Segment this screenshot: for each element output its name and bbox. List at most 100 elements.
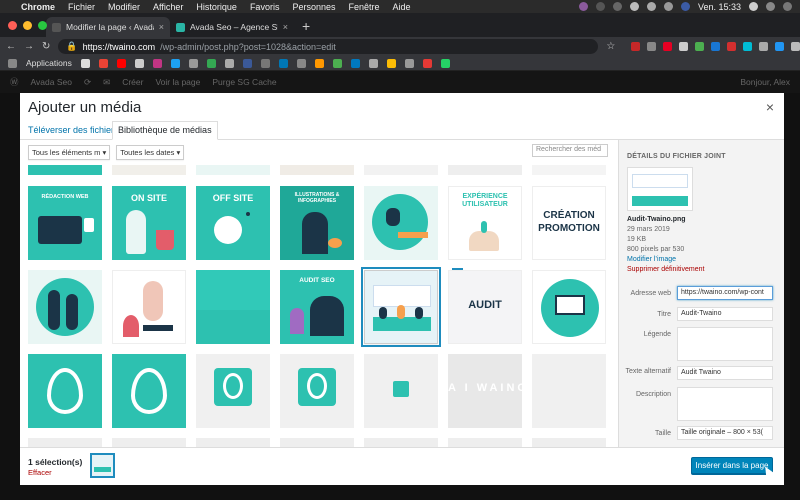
caption-field[interactable]: [677, 327, 773, 361]
browser-tab-edit-page[interactable]: Modifier la page ‹ Avada Seo – ×: [46, 17, 170, 37]
media-tile[interactable]: [532, 165, 606, 175]
media-tile-redaction-web[interactable]: RÉDACTION WEB: [28, 186, 102, 260]
media-tile-experience[interactable]: EXPÉRIENCE UTILISATEUR: [448, 186, 522, 260]
bookmark-icon[interactable]: [188, 58, 198, 68]
media-tile[interactable]: [196, 438, 270, 447]
media-tile-audit-seo[interactable]: AUDIT SEO: [280, 270, 354, 344]
menu-list-icon[interactable]: [783, 2, 792, 11]
extension-icon[interactable]: [759, 42, 769, 51]
cloud-icon[interactable]: [629, 2, 639, 11]
media-tile-monitor[interactable]: [532, 270, 606, 344]
media-tile-teal[interactable]: [196, 270, 270, 344]
media-tile[interactable]: [448, 438, 522, 447]
media-tile-off-site[interactable]: OFF SITE: [196, 186, 270, 260]
extension-icon[interactable]: [647, 42, 657, 51]
trello-icon[interactable]: [350, 58, 360, 68]
menu-favoris[interactable]: Favoris: [250, 2, 280, 12]
menu-aide[interactable]: Aide: [393, 2, 411, 12]
maximize-window-icon[interactable]: [38, 21, 47, 30]
bookmark-icon[interactable]: [224, 58, 234, 68]
minimize-window-icon[interactable]: [23, 21, 32, 30]
close-tab-icon[interactable]: ×: [159, 22, 164, 32]
wp-purge-cache[interactable]: Purge SG Cache: [212, 77, 276, 87]
bookmark-icon[interactable]: [368, 58, 378, 68]
twitter-icon[interactable]: [170, 58, 180, 68]
search-icon[interactable]: [749, 2, 758, 11]
whatsapp-icon[interactable]: [440, 58, 450, 68]
url-field[interactable]: https://twaino.com/wp-cont: [677, 286, 773, 300]
bookmark-icon[interactable]: [206, 58, 216, 68]
media-tile[interactable]: [280, 165, 354, 175]
bookmark-icon[interactable]: [260, 58, 270, 68]
media-tile-logo[interactable]: [280, 354, 354, 428]
bookmark-icon[interactable]: [80, 58, 90, 68]
app-status-icon[interactable]: [595, 2, 605, 11]
tab-upload[interactable]: Téléverser des fichiers: [23, 122, 124, 138]
pinterest-icon[interactable]: [663, 42, 673, 51]
back-icon[interactable]: ←: [6, 41, 16, 52]
flag-icon[interactable]: [680, 2, 690, 11]
description-field[interactable]: [677, 387, 773, 421]
media-tile-blank[interactable]: [532, 354, 606, 428]
updates-icon[interactable]: ⟳: [84, 77, 91, 88]
media-tile[interactable]: [112, 165, 186, 175]
clear-selection-link[interactable]: Effacer: [28, 468, 52, 477]
app-status-icon[interactable]: [578, 2, 588, 11]
media-tile[interactable]: [532, 438, 606, 447]
media-tile-logo[interactable]: [196, 354, 270, 428]
selected-thumbnail[interactable]: [90, 453, 115, 478]
media-tile-woman-laptop[interactable]: [112, 270, 186, 344]
media-tile[interactable]: [196, 165, 270, 175]
vpn-icon[interactable]: [612, 2, 622, 11]
bookmark-icon[interactable]: [422, 58, 432, 68]
apps-grid-icon[interactable]: [8, 58, 17, 68]
analytics-icon[interactable]: [386, 58, 396, 68]
close-icon[interactable]: ×: [766, 99, 774, 115]
user-icon[interactable]: [766, 2, 775, 11]
media-tile-logo[interactable]: [28, 354, 102, 428]
size-select[interactable]: Taille originale – 800 × 53(: [677, 426, 773, 440]
bookmark-icon[interactable]: [134, 58, 144, 68]
extension-icon[interactable]: [695, 42, 705, 51]
menu-historique[interactable]: Historique: [196, 2, 237, 12]
address-bar[interactable]: 🔒 https://twaino.com/wp-admin/post.php?p…: [58, 39, 599, 54]
media-tile[interactable]: [364, 438, 438, 447]
bookmark-icon[interactable]: [404, 58, 414, 68]
facebook-icon[interactable]: [242, 58, 252, 68]
close-tab-icon[interactable]: ×: [283, 22, 288, 32]
media-tile-logo[interactable]: [364, 354, 438, 428]
bookmark-icon[interactable]: [296, 58, 306, 68]
media-tile[interactable]: [364, 165, 438, 175]
forward-icon[interactable]: →: [24, 41, 34, 52]
wp-site-name[interactable]: Avada Seo: [31, 77, 72, 87]
media-tile[interactable]: [28, 438, 102, 447]
media-tile[interactable]: [448, 165, 522, 175]
extension-icon[interactable]: [743, 42, 753, 51]
bookmark-icon[interactable]: [332, 58, 342, 68]
media-tile-wordmark[interactable]: A I WAINO: [448, 354, 522, 428]
media-tile[interactable]: [112, 438, 186, 447]
youtube-icon[interactable]: [116, 58, 126, 68]
menu-fichier[interactable]: Fichier: [68, 2, 95, 12]
clock[interactable]: Ven. 15:33: [698, 2, 741, 12]
wp-new-button[interactable]: Créer: [122, 77, 143, 87]
linkedin-icon[interactable]: [278, 58, 288, 68]
reload-icon[interactable]: ↻: [42, 41, 50, 52]
more-icon[interactable]: [791, 42, 800, 51]
extension-icon[interactable]: [631, 42, 641, 51]
media-tile[interactable]: [28, 165, 102, 175]
menu-fenetre[interactable]: Fenêtre: [348, 2, 379, 12]
media-tile-desk[interactable]: [364, 186, 438, 260]
wp-greeting[interactable]: Bonjour, Alex: [740, 77, 790, 87]
filter-date-select[interactable]: Toutes les dates ▾: [116, 145, 185, 160]
bookmark-applications[interactable]: Applications: [26, 58, 72, 68]
new-tab-icon[interactable]: +: [302, 18, 310, 34]
extension-icon[interactable]: [727, 42, 737, 51]
extension-icon[interactable]: [711, 42, 721, 51]
media-tile-team[interactable]: [28, 270, 102, 344]
wordpress-logo-icon[interactable]: Ⓦ: [10, 76, 19, 88]
close-window-icon[interactable]: [8, 21, 17, 30]
title-field[interactable]: Audit-Twaino: [677, 307, 773, 321]
media-tile-audit-twaino-selected[interactable]: [361, 267, 441, 347]
media-tile-logo[interactable]: [112, 354, 186, 428]
